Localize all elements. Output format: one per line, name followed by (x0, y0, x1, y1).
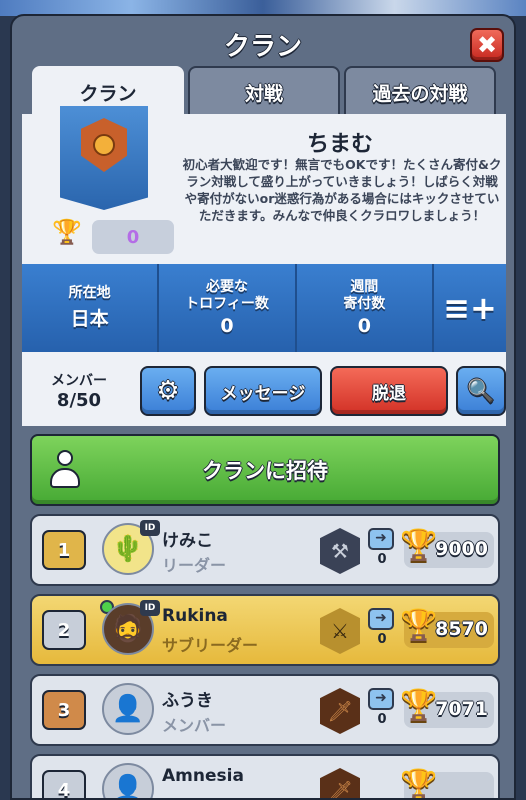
invite-to-clan-button[interactable]: クランに招待 (30, 434, 500, 506)
trophy-icon: 🏆 (52, 218, 82, 246)
rank-badge: 3 (42, 690, 86, 730)
tab-past-battles[interactable]: 過去の対戦 (344, 66, 496, 116)
trophy-cell: 🏆 8570 (400, 608, 494, 648)
member-count: メンバー 8/50 (34, 370, 124, 411)
member-role: メンバー (162, 716, 227, 735)
member-name: Rukina (162, 606, 228, 626)
clan-name: ちまむ (306, 132, 373, 157)
stat-label: 週間 寄付数 (343, 279, 386, 312)
clan-trophy-box: 0 (92, 220, 174, 254)
stat-label: 所在地 (68, 285, 111, 301)
trophy-cell: 🏆 7071 (400, 688, 494, 728)
member-row[interactable]: 2 🧔 ID Rukina サブリーダー ⚔ ➜ 0 🏆 8570 (30, 594, 500, 666)
trophy-icon: 🏆 (400, 688, 438, 723)
page-title: クラン (223, 32, 302, 62)
stat-value: 日本 (70, 308, 109, 330)
clan-banner (60, 106, 148, 210)
donation-info: ➜ 0 (368, 688, 396, 728)
donation-count: 0 (377, 632, 387, 647)
clan-badge-icon (81, 118, 127, 172)
donation-count: 0 (377, 712, 387, 727)
clan-trophy-value: 0 (126, 226, 140, 248)
donation-info: ➜ 0 (368, 608, 396, 648)
rank-badge: 1 (42, 530, 86, 570)
member-role: サブリーダー (162, 636, 259, 655)
leave-button[interactable]: 脱退 (330, 366, 448, 416)
member-count-value: 8/50 (56, 390, 102, 411)
trophy-cell: 🏆 (400, 768, 494, 798)
member-row[interactable]: 1 🌵 ID けみこ リーダー ⚒ ➜ 0 🏆 9000 (30, 514, 500, 586)
avatar: 👤 (102, 683, 154, 735)
clan-panel: クラン ✖ クラン 対戦 過去の対戦 🏆 0 ちまむ 初心者大歓迎です！無言でも… (10, 14, 516, 800)
trophy-count: 8570 (435, 618, 488, 640)
trophy-count: 9000 (435, 538, 488, 560)
rank-badge: 2 (42, 610, 86, 650)
stat-value: 0 (220, 315, 234, 337)
member-count-label: メンバー (51, 373, 107, 389)
id-badge: ID (140, 520, 160, 536)
menu-add-icon[interactable]: ≡+ (434, 264, 506, 352)
member-name: Amnesia (162, 766, 244, 786)
member-row[interactable]: 3 👤 ふうき メンバー 🗡 ➜ 0 🏆 7071 (30, 674, 500, 746)
donate-icon: ➜ (368, 688, 394, 710)
donate-icon: ➜ (368, 528, 394, 550)
members-toolbar: メンバー 8/50 ⚙ メッセージ 脱退 🔍 (22, 352, 506, 426)
trophy-icon: 🏆 (400, 768, 438, 800)
trophy-cell: 🏆 9000 (400, 528, 494, 568)
arena-icon: 🗡 (320, 768, 360, 798)
stat-location: 所在地 日本 (22, 264, 160, 352)
search-button[interactable]: 🔍 (456, 366, 506, 416)
donation-count: 0 (377, 552, 387, 567)
settings-button[interactable]: ⚙ (140, 366, 196, 416)
donation-info: ➜ 0 (368, 528, 396, 568)
member-row[interactable]: 4 👤 Amnesia 🗡 🏆 (30, 754, 500, 798)
clan-description: 初心者大歓迎です！無言でもOKです！たくさん寄付&クラン対戦して盛り上がっていき… (182, 157, 502, 223)
arena-icon: ⚒ (320, 528, 360, 574)
tab-battle[interactable]: 対戦 (188, 66, 340, 116)
trophy-icon: 🏆 (400, 608, 438, 643)
trophy-icon: 🏆 (400, 528, 438, 563)
member-name: けみこ (162, 531, 213, 551)
person-icon (50, 450, 80, 490)
trophy-count: 7071 (435, 698, 488, 720)
donate-icon: ➜ (368, 608, 394, 630)
member-role: リーダー (162, 556, 227, 575)
arena-icon: 🗡 (320, 688, 360, 734)
close-button[interactable]: ✖ (470, 28, 504, 62)
arena-icon: ⚔ (320, 608, 360, 654)
member-list: 1 🌵 ID けみこ リーダー ⚒ ➜ 0 🏆 9000 2 🧔 ID Ruki… (30, 514, 500, 798)
rank-badge: 4 (42, 770, 86, 798)
stat-weekly-donations: 週間 寄付数 0 (297, 264, 434, 352)
avatar: 👤 (102, 763, 154, 798)
clan-stats-bar: 所在地 日本 必要な トロフィー数 0 週間 寄付数 0 ≡+ (22, 264, 506, 352)
member-name: ふうき (162, 691, 213, 711)
invite-label: クランに招待 (202, 459, 328, 483)
stat-value: 0 (357, 315, 371, 337)
stat-label: 必要な トロフィー数 (185, 279, 269, 312)
clan-info-card: 🏆 0 ちまむ 初心者大歓迎です！無言でもOKです！たくさん寄付&クラン対戦して… (22, 106, 506, 264)
id-badge: ID (140, 600, 160, 616)
message-button[interactable]: メッセージ (204, 366, 322, 416)
stat-required-trophies: 必要な トロフィー数 0 (159, 264, 297, 352)
